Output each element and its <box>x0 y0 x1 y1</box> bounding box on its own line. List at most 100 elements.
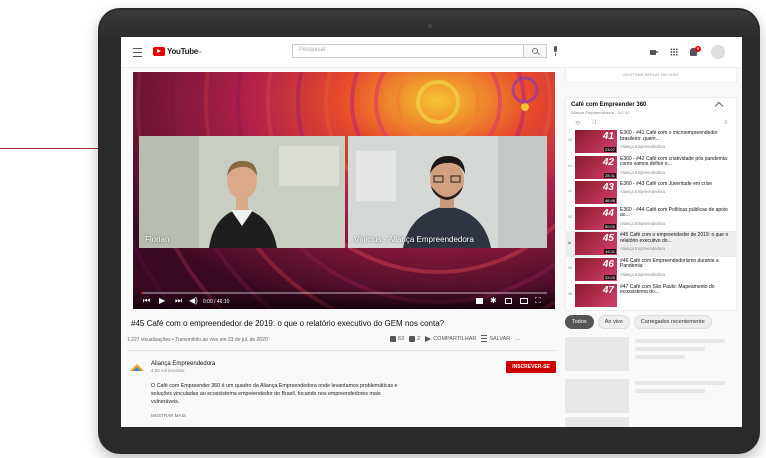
chip-recent[interactable]: Carregados recentemente <box>633 315 712 329</box>
playlist-item-index: 42 <box>567 189 573 194</box>
playlist-item-index: 43 <box>567 214 573 219</box>
playlist-item-thumbnail[interactable]: 43 46:46 <box>575 181 617 205</box>
playlist-item-channel: Aliança Empreendedora <box>620 220 665 226</box>
playlist-item-title: #46 Café com Empreendedorismo durante a … <box>620 257 719 270</box>
share-label: COMPARTILHAR <box>433 335 477 342</box>
playlist-title[interactable]: Café com Empreender 360 <box>571 102 646 108</box>
divider <box>127 350 557 351</box>
play-icon[interactable]: ▶ <box>159 297 165 305</box>
playlist-item-thumbnail[interactable]: 44 50:00 <box>575 206 617 230</box>
playlist-item-duration: 33:25 <box>603 274 616 280</box>
playlist-item-number: 45 <box>602 233 614 245</box>
playlist-item-channel: Aliança Empreendedora <box>620 144 665 149</box>
mic-icon[interactable] <box>554 46 557 56</box>
playlist-item-number: 42 <box>602 156 614 168</box>
webcam <box>428 24 432 28</box>
dislike-button[interactable]: 2 <box>409 335 421 342</box>
playlist-menu-icon[interactable]: ≡ <box>724 120 728 126</box>
participant-left: Florian <box>139 136 345 248</box>
recommendation-line <box>635 347 705 351</box>
screen: YouTube BR Pesquisar 9 Florian Vinicius … <box>121 37 742 427</box>
search-icon <box>532 48 538 54</box>
playlist-item-title: #47 Café com São Paulo: Mapeamento do ec… <box>620 283 715 296</box>
playlist-item-thumbnail[interactable]: 45 46:11 <box>575 232 617 256</box>
playlist-item-duration: 46:11 <box>604 249 616 255</box>
chip-live[interactable]: Ao vivo <box>597 315 630 329</box>
recommendation-line <box>635 339 725 343</box>
filter-chips: Todos Ao vivo Carregados recentemente <box>565 315 712 329</box>
playlist-item-channel: Aliança Empreendedora <box>620 169 665 175</box>
loop-icon[interactable]: ⟲ <box>575 120 580 127</box>
create-video-icon[interactable] <box>650 50 659 55</box>
fullscreen-icon[interactable]: ⛶ <box>535 297 541 305</box>
save-label: SALVAR <box>489 335 511 342</box>
playlist-subtitle: Aliança Empreendedora - 44 / 62 <box>571 110 630 115</box>
recommendation-thumbnail[interactable] <box>565 337 629 371</box>
progress-bar[interactable] <box>141 292 547 294</box>
logo-text: YouTube <box>167 47 198 56</box>
share-button[interactable]: COMPARTILHAR <box>425 335 477 342</box>
playlist-item-channel: Aliança Empreendedora <box>620 189 665 195</box>
next-icon[interactable]: ⏭ <box>175 297 182 305</box>
volume-icon[interactable]: ◀) <box>189 297 198 305</box>
theater-icon[interactable] <box>520 298 528 304</box>
logo-country: BR <box>197 49 203 54</box>
save-button[interactable]: SALVAR <box>481 335 510 342</box>
playlist-item[interactable]: 42 43 46:46 E360 - #43 Café com Juventude e… <box>566 180 736 206</box>
more-actions-button[interactable]: ... <box>515 336 520 342</box>
playlist-item-duration: 50:00 <box>603 223 616 229</box>
share-icon <box>425 335 432 342</box>
playlist-item-duration: 46:46 <box>603 198 616 204</box>
playlist-item-index: 46 <box>567 291 573 296</box>
playlist-item-thumbnail[interactable]: 41 23:07 <box>575 130 617 153</box>
playlist-item-index: 40 <box>567 138 573 142</box>
apps-icon[interactable] <box>670 48 678 56</box>
playlist-item[interactable]: 46 47 #47 Café com São Paulo: Mapeamento d… <box>566 283 736 309</box>
video-player[interactable]: Florian Vinicius - Aliança Empreendedora… <box>133 72 555 309</box>
participant-left-image <box>139 136 345 248</box>
player-controls: ⏮ ▶ ⏭ ◀) 0:00 / 46:10 ✱ ⛶ <box>133 287 555 309</box>
shuffle-icon[interactable]: ⤨ <box>591 120 596 127</box>
like-button[interactable]: 63 <box>390 335 405 342</box>
like-icon <box>390 335 396 342</box>
previous-icon[interactable]: ⏮ <box>143 297 150 305</box>
subscribe-button[interactable]: INSCREVER-SE <box>506 361 556 373</box>
subtitles-icon[interactable] <box>476 298 483 304</box>
search-input[interactable]: Pesquisar <box>292 44 524 58</box>
chip-all[interactable]: Todos <box>565 315 594 329</box>
avatar[interactable] <box>711 45 725 59</box>
show-more-button[interactable]: MOSTRAR MAIS <box>151 413 186 418</box>
recommendation-line <box>635 389 705 393</box>
search-placeholder: Pesquisar <box>299 47 326 53</box>
playlist-item-thumbnail[interactable]: 47 <box>575 283 617 307</box>
playlist-item[interactable]: 45 46 33:25 #46 Café com Empreendedorismo d… <box>566 257 736 283</box>
menu-icon[interactable] <box>133 48 142 57</box>
video-description: O Café com Empreender 360 é um quadro da… <box>151 383 398 405</box>
participant-left-name: Florian <box>145 235 170 244</box>
playlist-item[interactable]: 40 41 23:07 E360 - #41 Café com o microempr… <box>566 129 736 155</box>
recommendation-thumbnail[interactable] <box>565 417 629 427</box>
playlist-item-channel: Aliança Empreendedora <box>620 246 665 252</box>
playlist-item-number: 43 <box>602 182 614 194</box>
playlist-item-thumbnail[interactable]: 42 28:31 <box>575 155 617 179</box>
miniplayer-icon[interactable] <box>505 298 512 304</box>
time-display: 0:00 / 46:10 <box>203 299 230 305</box>
channel-name[interactable]: Aliança Empreendedora <box>151 361 215 367</box>
chat-replay-button[interactable]: MOSTRAR REPLAY DO CHAT <box>565 67 737 83</box>
dislike-icon <box>409 335 416 342</box>
playlist-item[interactable]: 41 42 28:31 E360 - #42 Café com criatividad… <box>566 155 736 181</box>
youtube-logo[interactable]: YouTube BR <box>153 47 202 56</box>
channel-avatar[interactable] <box>129 362 145 372</box>
notification-badge: 9 <box>695 46 701 52</box>
playlist-item-title: E360 - #41 Café com o microempreendedor … <box>620 130 718 142</box>
playlist-item-thumbnail[interactable]: 46 33:25 <box>575 257 617 281</box>
video-meta: 1.227 visualizações • Transmitido ao viv… <box>127 337 268 343</box>
playlist-item[interactable]: ▶ 45 46:11 #45 Café com o empreendedor de 2… <box>566 231 736 257</box>
dislike-count: 2 <box>417 335 421 342</box>
search-button[interactable] <box>524 44 547 58</box>
playlist-item[interactable]: 43 44 50:00 E360 - #44 Café com Políticas p… <box>566 206 736 232</box>
chevron-up-icon[interactable] <box>714 101 724 111</box>
recommendation-thumbnail[interactable] <box>565 379 629 413</box>
like-count: 63 <box>398 335 405 342</box>
settings-icon[interactable]: ✱ <box>490 297 497 305</box>
